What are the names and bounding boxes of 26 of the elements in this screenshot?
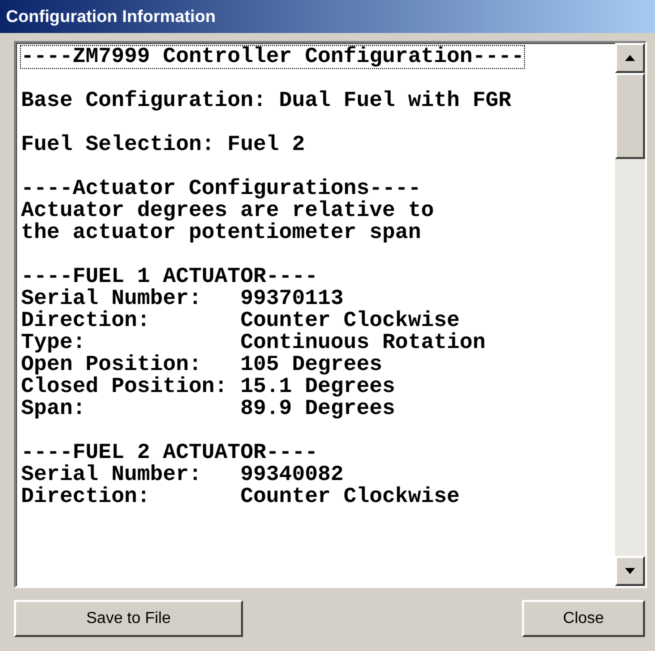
text-line: Actuator degrees are relative to [21,200,434,222]
up-arrow-icon [625,55,635,61]
text-line: ----FUEL 2 ACTUATOR---- [21,442,318,464]
text-line: Type: Continuous Rotation [21,332,486,354]
text-line: Direction: Counter Clockwise [21,486,460,508]
text-line: Fuel Selection: Fuel 2 [21,134,305,156]
dialog-button[interactable]: Close [522,600,645,637]
text-line: ----Actuator Configurations---- [21,178,421,200]
text-line: Base Configuration: Dual Fuel with FGR [21,90,512,112]
text-line: ----FUEL 1 ACTUATOR---- [21,266,318,288]
text-line: Serial Number: 99370113 [21,288,344,310]
scroll-down-button[interactable] [615,556,645,586]
scrollbar[interactable] [615,43,645,586]
text-line: Direction: Counter Clockwise [21,310,460,332]
dialog-button[interactable]: Save to File [14,600,243,637]
text-line: Open Position: 105 Degrees [21,354,382,376]
scroll-up-button[interactable] [615,43,645,73]
window-title: Configuration Information [0,0,655,33]
text-line: Closed Position: 15.1 Degrees [21,376,396,398]
text-area[interactable] [14,41,647,588]
text-line: Span: 89.9 Degrees [21,398,396,420]
text-line: the actuator potentiometer span [21,222,421,244]
text-line: ----ZM7999 Controller Configuration---- [21,46,524,68]
text-line: Serial Number: 99340082 [21,464,344,486]
down-arrow-icon [625,568,635,574]
scroll-thumb[interactable] [615,73,645,159]
